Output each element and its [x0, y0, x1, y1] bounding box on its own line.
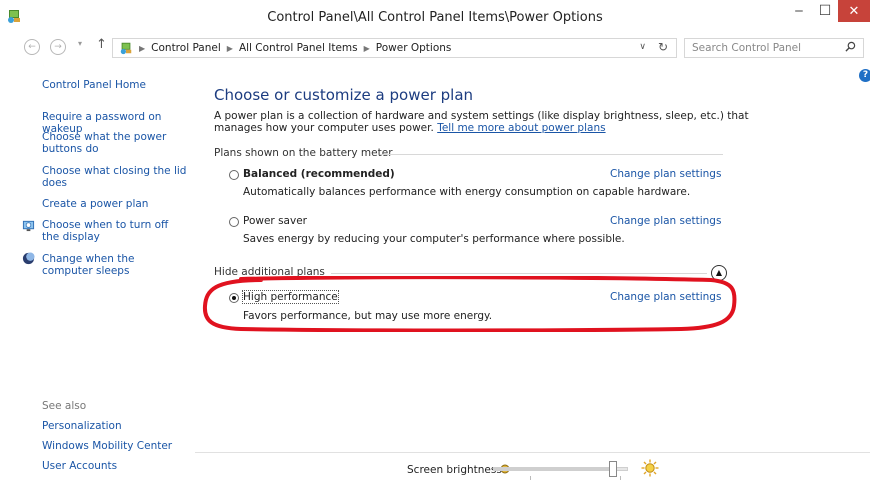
plan-name-balanced[interactable]: Balanced (recommended): [243, 168, 395, 180]
brightness-bar: Screen brightness:: [195, 452, 870, 492]
breadcrumb-separator-icon[interactable]: ▶: [139, 44, 145, 53]
search-input[interactable]: Search Control Panel: [684, 38, 864, 58]
breadcrumb-power-options[interactable]: Power Options: [376, 42, 452, 54]
brightness-slider-fill: [494, 468, 609, 470]
title-bar: Control Panel\All Control Panel Items\Po…: [0, 0, 870, 34]
sidebar-item-mobility-center[interactable]: Windows Mobility Center: [42, 440, 187, 452]
screen-brightness-label: Screen brightness:: [407, 464, 506, 476]
recent-locations-dropdown-icon[interactable]: ▾: [78, 39, 82, 48]
sidebar-item-power-buttons[interactable]: Choose what the power buttons do: [42, 131, 187, 155]
slider-tick: [530, 476, 531, 480]
navigation-bar: ← → ▾ ↑ ▶ Control Panel ▶ All Control Pa…: [0, 34, 870, 62]
breadcrumb-control-panel[interactable]: Control Panel: [151, 42, 221, 54]
breadcrumb-separator-icon[interactable]: ▶: [364, 44, 370, 53]
sidebar-item-create-plan[interactable]: Create a power plan: [42, 198, 187, 210]
search-placeholder: Search Control Panel: [692, 42, 802, 54]
minimize-button[interactable]: ‒: [786, 0, 812, 22]
group-divider: [380, 154, 723, 155]
up-arrow-icon[interactable]: ↑: [96, 37, 107, 52]
breadcrumb-all-items[interactable]: All Control Panel Items: [239, 42, 358, 54]
search-icon[interactable]: [845, 41, 856, 52]
bright-sun-icon: [641, 459, 659, 477]
balanced-radio[interactable]: [229, 170, 239, 180]
sidebar: Control Panel Home Require a password on…: [0, 62, 195, 492]
maximize-button[interactable]: ☐: [812, 0, 838, 22]
battery-meter-group-label: Plans shown on the battery meter: [214, 147, 393, 159]
page-description: A power plan is a collection of hardware…: [214, 110, 754, 134]
slider-tick: [620, 476, 621, 480]
sidebar-item-control-panel-home[interactable]: Control Panel Home: [42, 79, 187, 91]
see-also-heading: See also: [42, 400, 87, 412]
display-clock-icon: [22, 220, 35, 232]
group-divider: [331, 273, 707, 274]
sidebar-item-computer-sleeps[interactable]: Change when the computer sleeps: [42, 253, 187, 277]
control-panel-icon: [120, 42, 132, 55]
forward-arrow-icon[interactable]: →: [50, 39, 66, 55]
plan-desc-power-saver: Saves energy by reducing your computer's…: [243, 233, 625, 245]
address-dropdown-icon[interactable]: ∨: [639, 42, 646, 52]
plan-desc-balanced: Automatically balances performance with …: [243, 186, 691, 198]
plan-name-power-saver[interactable]: Power saver: [243, 215, 307, 227]
sidebar-item-turn-off-display[interactable]: Choose when to turn off the display: [42, 219, 187, 243]
page-title: Choose or customize a power plan: [214, 86, 474, 104]
refresh-icon[interactable]: ↻: [658, 40, 668, 54]
sidebar-item-user-accounts[interactable]: User Accounts: [42, 460, 187, 472]
sidebar-item-personalization[interactable]: Personalization: [42, 420, 187, 432]
window-title: Control Panel\All Control Panel Items\Po…: [267, 10, 603, 25]
tell-me-more-link[interactable]: Tell me more about power plans: [437, 122, 605, 134]
change-plan-settings-balanced-link[interactable]: Change plan settings: [610, 168, 721, 180]
breadcrumb-separator-icon[interactable]: ▶: [227, 44, 233, 53]
back-arrow-icon[interactable]: ←: [24, 39, 40, 55]
close-button[interactable]: ✕: [838, 0, 870, 22]
brightness-slider-thumb[interactable]: [609, 461, 617, 477]
highlight-annotation: [202, 276, 737, 332]
change-plan-settings-power-saver-link[interactable]: Change plan settings: [610, 215, 721, 227]
sidebar-item-closing-lid[interactable]: Choose what closing the lid does: [42, 165, 187, 189]
brightness-slider[interactable]: [493, 461, 628, 480]
moon-sleep-icon: [22, 252, 35, 265]
power-saver-radio[interactable]: [229, 217, 239, 227]
address-bar[interactable]: ▶ Control Panel ▶ All Control Panel Item…: [112, 38, 677, 58]
main-content: Choose or customize a power plan A power…: [195, 62, 870, 462]
